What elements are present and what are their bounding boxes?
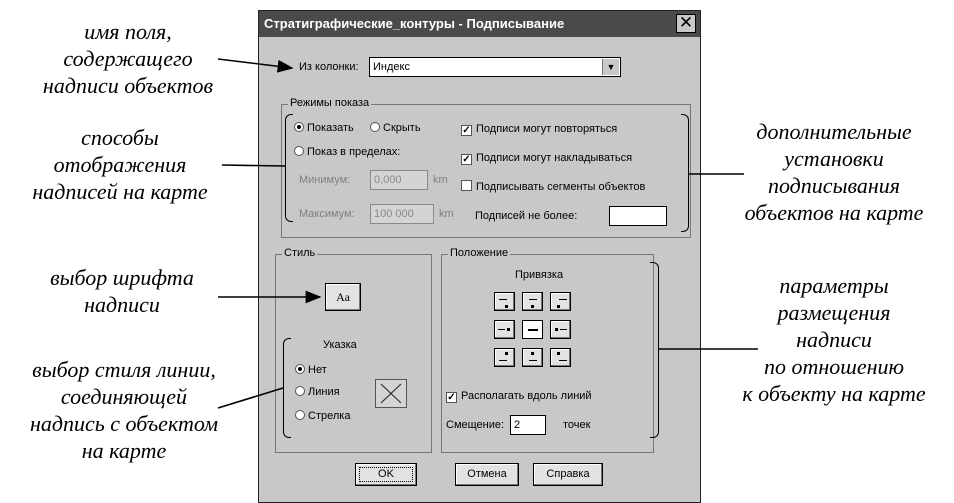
pointer-arrow-radio[interactable]: Стрелка [295, 410, 350, 422]
max-label: Максимум: [299, 208, 355, 220]
anchor-dot-icon [531, 352, 534, 355]
close-icon: ✕ [678, 13, 694, 32]
min-unit: km [433, 174, 448, 186]
max-count-input[interactable] [609, 206, 667, 226]
checkmark-icon: ✓ [461, 154, 472, 165]
anchor-dot-icon [505, 305, 508, 308]
ok-button[interactable]: OK [355, 463, 417, 486]
segments-checkbox[interactable]: Подписывать сегменты объектов [461, 180, 645, 193]
overlap-checkbox[interactable]: ✓ Подписи могут накладываться [461, 152, 632, 165]
anchor-bottom-center-button[interactable] [522, 348, 543, 367]
column-select[interactable]: Индекс ▼ [369, 57, 621, 77]
chevron-down-icon[interactable]: ▼ [602, 59, 619, 75]
max-unit: km [439, 208, 454, 220]
anchor-center-button[interactable] [522, 320, 543, 339]
max-count-label: Подписей не более: [475, 210, 578, 222]
repeat-checkbox[interactable]: ✓ Подписи могут повторяться [461, 123, 617, 136]
title-bar: Стратиграфические_контуры - Подписывание… [259, 11, 700, 37]
close-button[interactable]: ✕ [676, 14, 696, 33]
line-style-button[interactable] [375, 379, 407, 408]
radio-icon [294, 146, 304, 156]
hide-radio[interactable]: Скрыть [370, 122, 421, 134]
anchor-middle-right-button[interactable] [550, 320, 571, 339]
along-lines-checkbox[interactable]: ✓ Располагать вдоль линий [446, 390, 592, 403]
annotation-font-choice: выбор шрифта надписи [50, 265, 194, 317]
radio-icon [295, 364, 305, 374]
checkbox-icon [461, 180, 472, 191]
anchor-label: Привязка [515, 269, 564, 281]
annotation-placement-params: параметры размещения надписи по отношени… [742, 273, 926, 406]
anchor-middle-left-button[interactable] [494, 320, 515, 339]
column-label: Из колонки: [299, 61, 359, 73]
min-input[interactable]: 0,000 [370, 170, 428, 190]
anchor-dot-icon [557, 305, 560, 308]
offset-unit: точек [563, 419, 591, 431]
modes-left-bracket [285, 114, 293, 222]
display-modes-group-label: Режимы показа [288, 97, 372, 109]
pointer-label: Указка [323, 339, 357, 351]
cancel-button[interactable]: Отмена [455, 463, 519, 486]
cross-line-icon [380, 383, 402, 404]
show-in-range-radio[interactable]: Показ в пределах: [294, 146, 400, 158]
anchor-top-right-button[interactable] [550, 292, 571, 311]
annotation-field-name: имя поля, содержащего надписи объектов [42, 19, 214, 98]
dialog-title: Стратиграфические_контуры - Подписывание [264, 16, 565, 31]
radio-icon [295, 386, 305, 396]
font-button[interactable]: Аа [325, 283, 361, 311]
pointer-none-radio[interactable]: Нет [295, 364, 327, 376]
anchor-top-left-button[interactable] [494, 292, 515, 311]
style-group-label: Стиль [282, 247, 318, 259]
show-radio[interactable]: Показать [294, 122, 354, 134]
anchor-dot-icon [507, 328, 510, 331]
annotation-line-style: выбор стиля линии, соединяющей надпись с… [29, 357, 219, 463]
checkmark-icon: ✓ [461, 125, 472, 136]
modes-right-bracket [681, 114, 689, 232]
column-select-value: Индекс [373, 61, 410, 73]
help-button[interactable]: Справка [533, 463, 603, 486]
pointer-left-bracket [283, 338, 291, 438]
labeling-dialog: Стратиграфические_контуры - Подписывание… [258, 10, 701, 503]
radio-icon [370, 122, 380, 132]
pointer-line-radio[interactable]: Линия [295, 386, 340, 398]
annotation-display-methods: способы отображения надписей на карте [32, 125, 208, 204]
checkmark-icon: ✓ [446, 392, 457, 403]
anchor-dot-icon [531, 305, 534, 308]
position-right-bracket [650, 262, 659, 438]
radio-icon [295, 410, 305, 420]
position-group-label: Положение [448, 247, 511, 259]
anchor-bottom-left-button[interactable] [494, 348, 515, 367]
radio-icon [294, 122, 304, 132]
anchor-dot-icon [505, 352, 508, 355]
annotation-extra-settings: дополнительные установки подписывания об… [744, 119, 924, 225]
max-input[interactable]: 100 000 [370, 204, 434, 224]
anchor-dot-icon [555, 328, 558, 331]
anchor-bottom-right-button[interactable] [550, 348, 571, 367]
offset-input[interactable]: 2 [510, 415, 546, 435]
offset-label: Смещение: [446, 419, 505, 431]
min-label: Минимум: [299, 174, 351, 186]
anchor-dot-icon [557, 352, 560, 355]
anchor-top-center-button[interactable] [522, 292, 543, 311]
